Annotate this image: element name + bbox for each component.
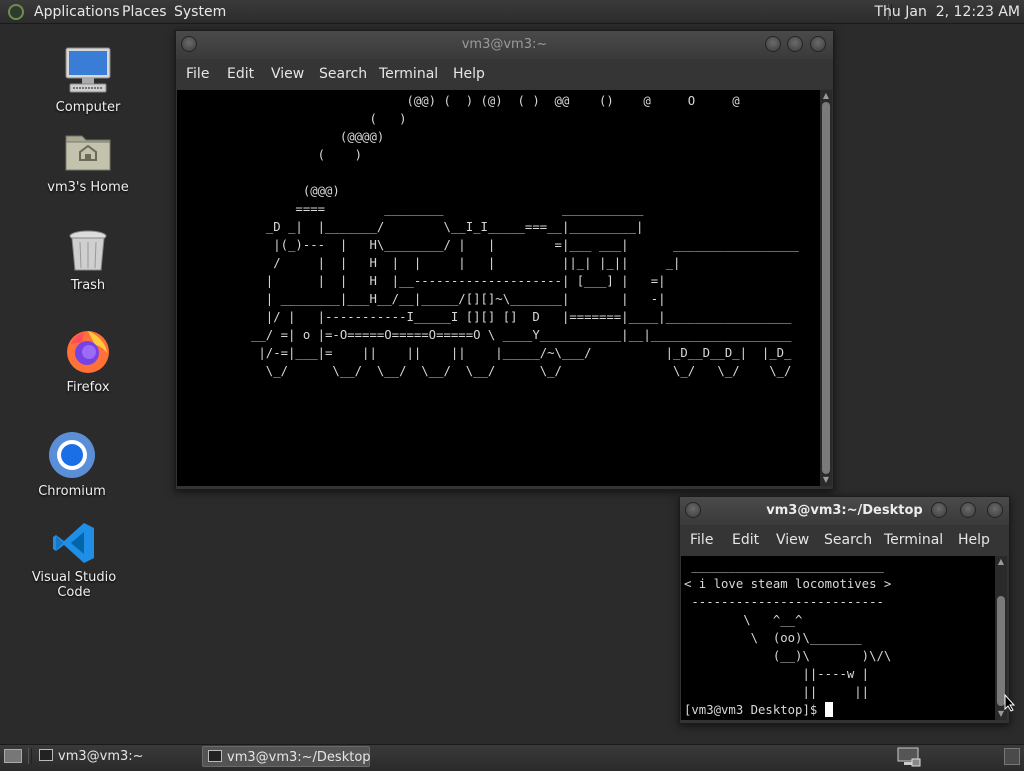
menu-view[interactable]: View	[271, 59, 304, 89]
terminal-icon	[208, 750, 222, 762]
desktop-icon-label: Computer	[55, 100, 121, 115]
system-menu[interactable]: System	[174, 0, 226, 24]
window-titlebar[interactable]: vm3@vm3:~	[176, 31, 833, 59]
window-title: vm3@vm3:~/Desktop	[766, 503, 923, 518]
terminal-output[interactable]: __________________________ < i love stea…	[681, 556, 995, 720]
window-titlebar[interactable]: vm3@vm3:~/Desktop	[680, 497, 1009, 525]
terminal-output[interactable]: (@@) ( ) (@) ( ) @@ () @ O @ ( ) (@@@@) …	[177, 90, 820, 486]
desktop-icon-label: Firefox	[66, 380, 110, 395]
trash-icon	[69, 230, 107, 271]
show-desktop-icon[interactable]	[4, 749, 22, 763]
desktop-icon-home[interactable]: vm3's Home	[28, 126, 148, 195]
desktop-icon-computer[interactable]: Computer	[28, 44, 148, 115]
scroll-up-icon[interactable]: ▲	[995, 557, 1007, 567]
vscode-icon	[53, 523, 94, 563]
taskbar-item-home[interactable]: vm3@vm3:~	[34, 746, 198, 767]
scroll-down-icon[interactable]: ▼	[820, 475, 832, 485]
terminal-prompt-line[interactable]: [vm3@vm3 Desktop]$	[681, 701, 995, 719]
desktop-icon-label: vm3's Home	[47, 180, 129, 195]
desktop-icon-chromium[interactable]: Chromium	[12, 430, 132, 499]
desktop-icon-label: Chromium	[38, 484, 106, 499]
desktop-icon-trash[interactable]: Trash	[28, 228, 148, 293]
menu-search[interactable]: Search	[824, 525, 872, 555]
workspace-switcher-icon[interactable]	[896, 747, 921, 767]
applications-menu[interactable]: Applications	[34, 0, 120, 24]
terminal-scrollbar[interactable]: ▲ ▼	[820, 90, 832, 486]
shell-prompt: [vm3@vm3 Desktop]$	[684, 703, 825, 717]
scrollbar-thumb[interactable]	[822, 102, 830, 474]
terminal-window-desktop[interactable]: vm3@vm3:~/Desktop File Edit View Search …	[679, 496, 1010, 724]
home-folder-icon	[65, 135, 111, 171]
terminal-icon	[39, 749, 53, 761]
close-button[interactable]	[810, 36, 826, 52]
close-button[interactable]	[987, 502, 1003, 518]
menu-help[interactable]: Help	[958, 525, 990, 555]
maximize-button[interactable]	[787, 36, 803, 52]
terminal-text: (@@) ( ) (@) ( ) @@ () @ O @ ( ) (@@@@) …	[251, 94, 799, 378]
taskbar-item-label: vm3@vm3:~	[58, 749, 144, 764]
menu-help[interactable]: Help	[453, 59, 485, 89]
terminal-text: __________________________ < i love stea…	[684, 559, 892, 699]
text-cursor	[824, 702, 833, 717]
menu-edit[interactable]: Edit	[732, 525, 759, 555]
menu-view[interactable]: View	[776, 525, 809, 555]
minimize-button[interactable]	[931, 502, 947, 518]
clock[interactable]: Thu Jan 2, 12:23 AM	[875, 0, 1021, 24]
panel-separator	[28, 748, 32, 764]
terminal-window-home[interactable]: vm3@vm3:~ File Edit View Search Terminal…	[175, 30, 834, 490]
terminal-menubar: File Edit View Search Terminal Help	[680, 525, 1009, 555]
computer-icon	[65, 47, 111, 93]
menu-edit[interactable]: Edit	[227, 59, 254, 89]
menu-search[interactable]: Search	[319, 59, 367, 89]
taskbar-item-desktop[interactable]: vm3@vm3:~/Desktop	[202, 746, 371, 767]
places-menu[interactable]: Places	[122, 0, 167, 24]
chromium-icon	[49, 432, 95, 478]
desktop-icon-label: Visual Studio Code	[31, 570, 117, 600]
menu-file[interactable]: File	[186, 59, 209, 89]
menu-terminal[interactable]: Terminal	[884, 525, 943, 555]
window-menu-icon[interactable]	[685, 502, 701, 518]
distro-logo-icon[interactable]	[8, 4, 24, 20]
menu-terminal[interactable]: Terminal	[379, 59, 438, 89]
window-title: vm3@vm3:~	[461, 37, 548, 52]
minimize-button[interactable]	[765, 36, 781, 52]
scrollbar-thumb[interactable]	[997, 596, 1005, 706]
top-panel: Applications Places System Thu Jan 2, 12…	[0, 0, 1024, 24]
desktop-icon-vscode[interactable]: Visual Studio Code	[14, 520, 134, 600]
workspace-2-button[interactable]	[1004, 748, 1020, 765]
desktop-icon-firefox[interactable]: Firefox	[28, 326, 148, 395]
maximize-button[interactable]	[960, 502, 976, 518]
mouse-pointer-icon	[1004, 694, 1016, 712]
terminal-menubar: File Edit View Search Terminal Help	[176, 59, 833, 89]
firefox-icon	[67, 331, 109, 373]
desktop-icon-label: Trash	[70, 278, 106, 293]
window-menu-icon[interactable]	[181, 36, 197, 52]
scroll-up-icon[interactable]: ▲	[820, 91, 832, 101]
bottom-panel: vm3@vm3:~ vm3@vm3:~/Desktop	[0, 744, 1024, 768]
taskbar-item-label: vm3@vm3:~/Desktop	[227, 750, 371, 765]
menu-file[interactable]: File	[690, 525, 713, 555]
